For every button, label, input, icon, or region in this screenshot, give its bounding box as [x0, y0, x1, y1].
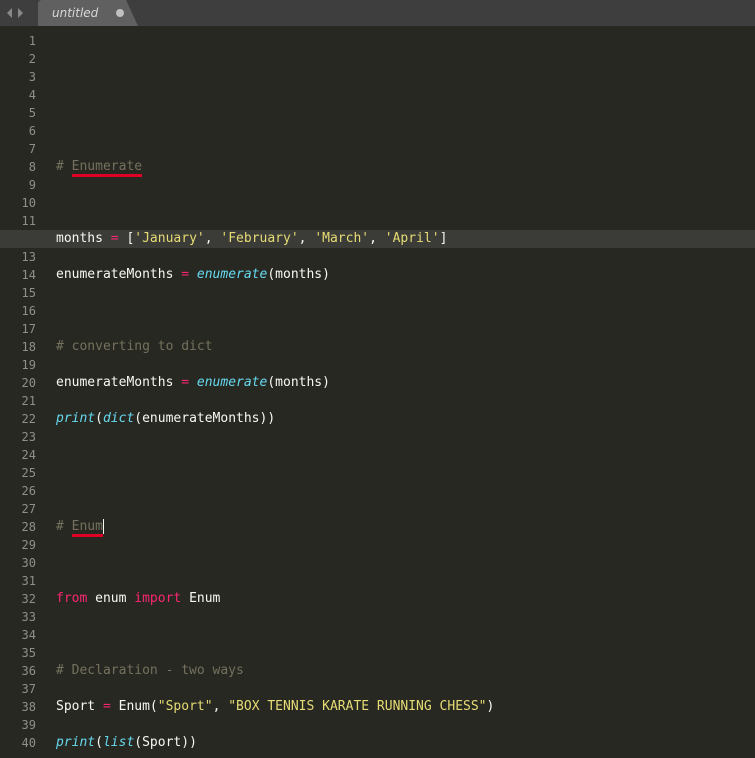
line-number: 36 — [0, 662, 36, 680]
line-number: 17 — [0, 320, 36, 338]
line-number: 1 — [0, 32, 36, 50]
code-area[interactable]: # Enumerate months = ['January', 'Februa… — [44, 26, 755, 758]
nav-back-icon[interactable] — [6, 8, 14, 18]
line-number: 2 — [0, 50, 36, 68]
titlebar: untitled — [0, 0, 755, 26]
editor-window: untitled 1234567891011121314151617181920… — [0, 0, 755, 758]
line-number: 18 — [0, 338, 36, 356]
line-number: 5 — [0, 104, 36, 122]
line-number: 3 — [0, 68, 36, 86]
line-number: 32 — [0, 590, 36, 608]
line-number: 24 — [0, 446, 36, 464]
nav-forward-icon[interactable] — [16, 8, 24, 18]
line-number: 20 — [0, 374, 36, 392]
section-enum: Enum — [72, 520, 103, 537]
line-number: 25 — [0, 464, 36, 482]
tab-title: untitled — [52, 6, 98, 20]
line-number: 21 — [0, 392, 36, 410]
code-editor[interactable]: 1234567891011121314151617181920212223242… — [0, 26, 755, 758]
line-number: 8 — [0, 158, 36, 176]
line-number: 28 — [0, 518, 36, 536]
line-number: 37 — [0, 680, 36, 698]
line-number: 10 — [0, 194, 36, 212]
line-number: 13 — [0, 248, 36, 266]
line-number: 26 — [0, 482, 36, 500]
line-number: 31 — [0, 572, 36, 590]
line-number: 39 — [0, 716, 36, 734]
line-number: 23 — [0, 428, 36, 446]
line-number: 33 — [0, 608, 36, 626]
section-enumerate: Enumerate — [72, 160, 142, 177]
line-number: 40 — [0, 734, 36, 752]
line-number: 29 — [0, 536, 36, 554]
line-number: 6 — [0, 122, 36, 140]
line-number: 38 — [0, 698, 36, 716]
line-number: 9 — [0, 176, 36, 194]
line-number-gutter: 1234567891011121314151617181920212223242… — [0, 26, 44, 758]
line-number: 35 — [0, 644, 36, 662]
line-number: 19 — [0, 356, 36, 374]
line-number: 30 — [0, 554, 36, 572]
line-number: 34 — [0, 626, 36, 644]
line-number: 22 — [0, 410, 36, 428]
line-number: 4 — [0, 86, 36, 104]
unsaved-indicator-icon — [116, 9, 124, 17]
file-tab[interactable]: untitled — [38, 0, 126, 26]
line-number: 14 — [0, 266, 36, 284]
text-caret — [103, 519, 104, 534]
line-number: 15 — [0, 284, 36, 302]
line-number: 27 — [0, 500, 36, 518]
line-number: 16 — [0, 302, 36, 320]
nav-arrows — [0, 0, 30, 26]
line-number: 11 — [0, 212, 36, 230]
line-number: 7 — [0, 140, 36, 158]
